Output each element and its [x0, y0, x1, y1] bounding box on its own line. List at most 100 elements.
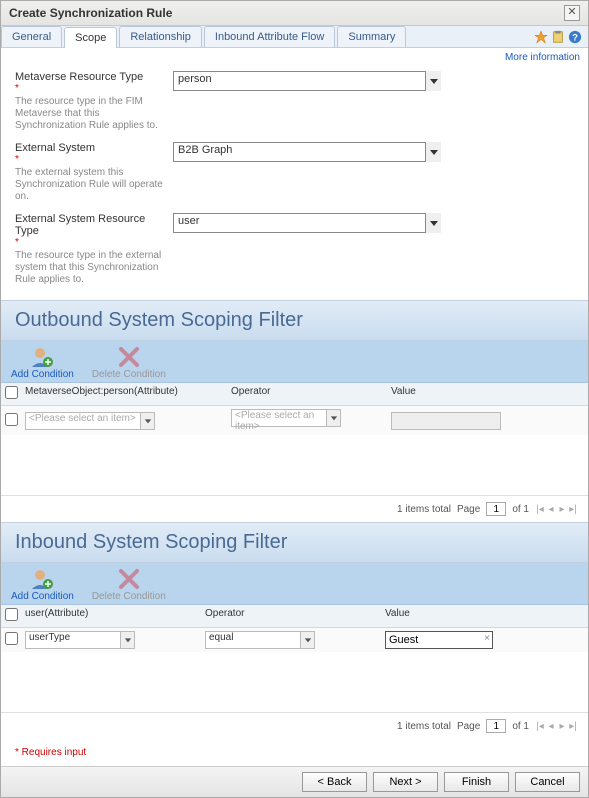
- header-checkbox[interactable]: [5, 608, 18, 621]
- header-value: Value: [391, 386, 584, 402]
- pager-next-icon[interactable]: ▸: [557, 721, 567, 732]
- header-attribute: user(Attribute): [25, 608, 205, 624]
- inbound-grid-header: user(Attribute) Operator Value: [1, 605, 588, 628]
- field-right: B2B Graph: [173, 142, 574, 203]
- outbound-attribute-select[interactable]: <Please select an item>: [25, 412, 155, 430]
- dialog-title: Create Synchronization Rule: [9, 6, 172, 20]
- button-bar: < Back Next > Finish Cancel: [1, 766, 588, 797]
- pager-of: of 1: [512, 504, 529, 515]
- external-resource-type-select-wrap: user: [173, 213, 441, 233]
- delete-x-icon: [117, 567, 141, 591]
- inbound-filter-title: Inbound System Scoping Filter: [1, 522, 588, 563]
- pager-of: of 1: [512, 721, 529, 732]
- tab-inbound-attribute-flow[interactable]: Inbound Attribute Flow: [204, 26, 335, 47]
- dialog-window: Create Synchronization Rule ✕ General Sc…: [0, 0, 589, 798]
- delete-condition-button[interactable]: Delete Condition: [92, 345, 166, 380]
- pager-last-icon[interactable]: ▸|: [568, 721, 578, 732]
- pager-prev-icon[interactable]: ◂: [546, 504, 556, 515]
- external-system-select[interactable]: B2B Graph: [173, 142, 441, 162]
- outbound-operator-select[interactable]: <Please select an item>: [231, 409, 341, 427]
- outbound-grid-row: <Please select an item> <Please select a…: [1, 406, 588, 435]
- header-operator: Operator: [231, 386, 391, 402]
- field-right: user: [173, 213, 574, 286]
- tab-general[interactable]: General: [1, 26, 62, 47]
- header-attribute: MetaverseObject:person(Attribute): [25, 386, 231, 402]
- external-system-label: External System: [15, 142, 95, 154]
- pager-page-label: Page: [457, 721, 480, 732]
- pager-page-input[interactable]: [486, 719, 506, 733]
- external-resource-type-label: External System Resource Type: [15, 213, 145, 237]
- external-resource-type-desc: The resource type in the external system…: [15, 250, 163, 286]
- header-checkbox-col: [5, 386, 25, 402]
- tab-bar: General Scope Relationship Inbound Attri…: [1, 26, 588, 48]
- tabbar-icons: ?: [534, 30, 582, 44]
- close-icon[interactable]: ✕: [564, 5, 580, 21]
- outbound-toolbar: Add Condition Delete Condition: [1, 341, 588, 383]
- header-checkbox[interactable]: [5, 386, 18, 399]
- inbound-grid: user(Attribute) Operator Value userType …: [1, 605, 588, 652]
- pager-page-input[interactable]: [486, 502, 506, 516]
- pager-first-icon[interactable]: |◂: [535, 504, 545, 515]
- user-add-icon: [30, 567, 54, 591]
- mv-resource-type-select[interactable]: person: [173, 71, 441, 91]
- delete-condition-button[interactable]: Delete Condition: [92, 567, 166, 602]
- pager-total: 1 items total: [397, 721, 451, 732]
- field-left: External System Resource Type * The reso…: [15, 213, 173, 286]
- field-right: person: [173, 71, 574, 132]
- next-button[interactable]: Next >: [373, 772, 438, 792]
- pager-total: 1 items total: [397, 504, 451, 515]
- add-condition-button[interactable]: Add Condition: [11, 345, 74, 380]
- outbound-grid-header: MetaverseObject:person(Attribute) Operat…: [1, 383, 588, 406]
- mv-resource-type-select-wrap: person: [173, 71, 441, 91]
- back-button[interactable]: < Back: [302, 772, 367, 792]
- pager-nav: |◂ ◂ ▸ ▸|: [535, 721, 578, 732]
- pager-prev-icon[interactable]: ◂: [546, 721, 556, 732]
- external-system-desc: The external system this Synchronization…: [15, 167, 163, 203]
- inbound-operator-select[interactable]: equal: [205, 631, 315, 649]
- clear-x-icon[interactable]: ×: [484, 633, 490, 644]
- field-left: Metaverse Resource Type * The resource t…: [15, 71, 173, 132]
- clipboard-icon[interactable]: [551, 30, 565, 44]
- external-resource-type-select[interactable]: user: [173, 213, 441, 233]
- svg-text:?: ?: [572, 32, 578, 43]
- external-system-select-wrap: B2B Graph: [173, 142, 441, 162]
- mv-resource-type-label: Metaverse Resource Type: [15, 71, 143, 83]
- required-star: *: [15, 237, 163, 248]
- header-checkbox-col: [5, 608, 25, 624]
- inbound-pager: 1 items total Page of 1 |◂ ◂ ▸ ▸|: [1, 712, 588, 739]
- row-checkbox[interactable]: [5, 413, 18, 426]
- field-left: External System * The external system th…: [15, 142, 173, 203]
- finish-button[interactable]: Finish: [444, 772, 509, 792]
- inbound-value-input[interactable]: [385, 631, 493, 649]
- outbound-value-input[interactable]: [391, 412, 501, 430]
- inbound-toolbar: Add Condition Delete Condition: [1, 563, 588, 605]
- delete-x-icon: [117, 345, 141, 369]
- add-condition-button[interactable]: Add Condition: [11, 567, 74, 602]
- pager-last-icon[interactable]: ▸|: [568, 504, 578, 515]
- titlebar: Create Synchronization Rule ✕: [1, 1, 588, 26]
- tab-summary[interactable]: Summary: [337, 26, 406, 47]
- tab-scope[interactable]: Scope: [64, 27, 117, 48]
- header-operator: Operator: [205, 608, 385, 624]
- pager-next-icon[interactable]: ▸: [557, 504, 567, 515]
- help-icon[interactable]: ?: [568, 30, 582, 44]
- inbound-grid-row: userType equal ×: [1, 628, 588, 652]
- cancel-button[interactable]: Cancel: [515, 772, 580, 792]
- pager-nav: |◂ ◂ ▸ ▸|: [535, 504, 578, 515]
- inbound-attribute-select[interactable]: userType: [25, 631, 135, 649]
- spacer: [1, 652, 588, 712]
- pager-first-icon[interactable]: |◂: [535, 721, 545, 732]
- header-value: Value: [385, 608, 584, 624]
- spacer: [1, 435, 588, 495]
- field-external-resource-type: External System Resource Type * The reso…: [15, 213, 574, 286]
- more-information-link[interactable]: More information: [505, 52, 580, 63]
- add-condition-label: Add Condition: [11, 369, 74, 380]
- field-external-system: External System * The external system th…: [15, 142, 574, 203]
- more-info-row: More information: [1, 48, 588, 63]
- tab-relationship[interactable]: Relationship: [119, 26, 202, 47]
- required-star: *: [15, 154, 163, 165]
- star-icon[interactable]: [534, 30, 548, 44]
- required-star: *: [15, 83, 163, 94]
- row-checkbox[interactable]: [5, 632, 18, 645]
- field-mv-resource-type: Metaverse Resource Type * The resource t…: [15, 71, 574, 132]
